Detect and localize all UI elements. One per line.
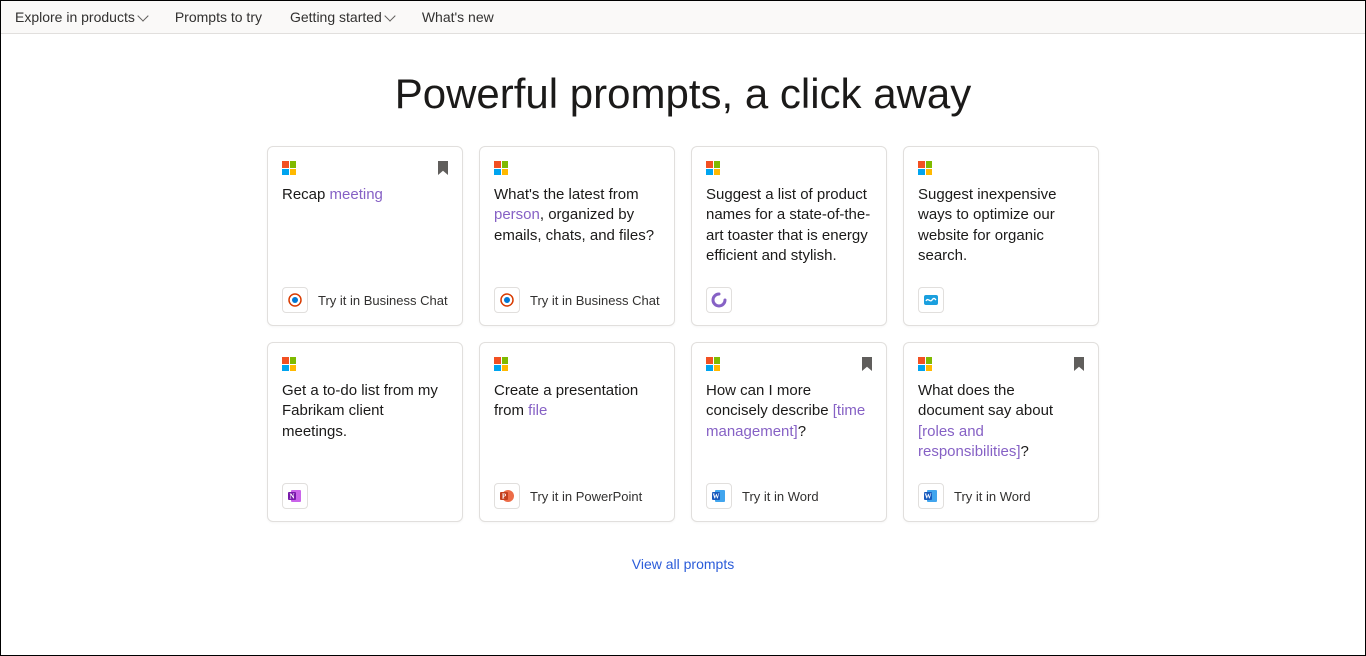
powerpoint-icon[interactable]: P	[494, 483, 520, 509]
card-footer	[918, 287, 1084, 313]
card-footer: Try it in Business Chat	[282, 287, 448, 313]
word-icon[interactable]: W	[706, 483, 732, 509]
svg-text:N: N	[289, 493, 294, 501]
bookmark-icon[interactable]	[1074, 357, 1084, 371]
microsoft-logo-icon	[706, 161, 720, 175]
try-it-label[interactable]: Try it in Word	[742, 489, 819, 504]
prompt-card[interactable]: Get a to-do list from my Fabrikam client…	[267, 342, 463, 522]
card-footer: N	[282, 483, 448, 509]
card-footer: Try it in Business Chat	[494, 287, 660, 313]
try-it-label[interactable]: Try it in Business Chat	[530, 293, 660, 308]
onenote-icon[interactable]: N	[282, 483, 308, 509]
footer: View all prompts	[1, 556, 1365, 572]
try-it-label[interactable]: Try it in PowerPoint	[530, 489, 642, 504]
nav-prompts-to-try[interactable]: Prompts to try	[175, 9, 262, 25]
nav-label: Getting started	[290, 9, 382, 25]
card-header	[282, 161, 448, 177]
card-header	[918, 161, 1084, 177]
prompt-text: Suggest a list of product names for a st…	[706, 185, 872, 266]
word-icon[interactable]: W	[918, 483, 944, 509]
svg-text:P: P	[502, 493, 507, 501]
prompt-text: What's the latest from person, organized…	[494, 185, 660, 246]
prompt-card[interactable]: What does the document say about [roles …	[903, 342, 1099, 522]
chevron-down-icon	[384, 10, 395, 21]
prompt-card[interactable]: Suggest inexpensive ways to optimize our…	[903, 146, 1099, 326]
loop-icon[interactable]	[706, 287, 732, 313]
copilot-icon[interactable]	[282, 287, 308, 313]
microsoft-logo-icon	[282, 161, 296, 175]
microsoft-logo-icon	[918, 357, 932, 371]
prompt-text: How can I more concisely describe [time …	[706, 381, 872, 442]
microsoft-logo-icon	[494, 161, 508, 175]
prompt-text: Get a to-do list from my Fabrikam client…	[282, 381, 448, 442]
prompt-card[interactable]: What's the latest from person, organized…	[479, 146, 675, 326]
try-it-label[interactable]: Try it in Word	[954, 489, 1031, 504]
card-header	[494, 161, 660, 177]
svg-text:W: W	[713, 493, 720, 501]
microsoft-logo-icon	[494, 357, 508, 371]
prompt-card[interactable]: How can I more concisely describe [time …	[691, 342, 887, 522]
bookmark-icon[interactable]	[438, 161, 448, 175]
microsoft-logo-icon	[918, 161, 932, 175]
svg-text:W: W	[925, 493, 932, 501]
view-all-prompts-link[interactable]: View all prompts	[632, 556, 734, 572]
prompt-text: Suggest inexpensive ways to optimize our…	[918, 185, 1084, 266]
card-header	[706, 357, 872, 373]
bookmark-icon[interactable]	[862, 357, 872, 371]
nav-explore-in-products[interactable]: Explore in products	[15, 9, 147, 25]
card-footer	[706, 287, 872, 313]
page-title: Powerful prompts, a click away	[1, 70, 1365, 118]
microsoft-logo-icon	[706, 357, 720, 371]
card-header	[494, 357, 660, 373]
nav-whats-new[interactable]: What's new	[422, 9, 494, 25]
try-it-label[interactable]: Try it in Business Chat	[318, 293, 448, 308]
card-footer: W Try it in Word	[918, 483, 1084, 509]
card-header	[918, 357, 1084, 373]
prompt-text: Create a presentation from file	[494, 381, 660, 422]
copilot-icon[interactable]	[494, 287, 520, 313]
prompt-card[interactable]: Recap meeting Try it in Business Chat	[267, 146, 463, 326]
card-header	[706, 161, 872, 177]
nav-label: What's new	[422, 9, 494, 25]
prompt-grid: Recap meeting Try it in Business Chat What…	[1, 146, 1365, 522]
nav-label: Explore in products	[15, 9, 135, 25]
microsoft-logo-icon	[282, 357, 296, 371]
chevron-down-icon	[137, 10, 148, 21]
nav-getting-started[interactable]: Getting started	[290, 9, 394, 25]
top-nav: Explore in products Prompts to try Getti…	[1, 1, 1365, 34]
card-footer: P Try it in PowerPoint	[494, 483, 660, 509]
prompt-text: What does the document say about [roles …	[918, 381, 1084, 462]
card-footer: W Try it in Word	[706, 483, 872, 509]
nav-label: Prompts to try	[175, 9, 262, 25]
prompt-card[interactable]: Suggest a list of product names for a st…	[691, 146, 887, 326]
prompt-card[interactable]: Create a presentation from file P Try it i…	[479, 342, 675, 522]
card-header	[282, 357, 448, 373]
whiteboard-icon[interactable]	[918, 287, 944, 313]
prompt-text: Recap meeting	[282, 185, 448, 205]
